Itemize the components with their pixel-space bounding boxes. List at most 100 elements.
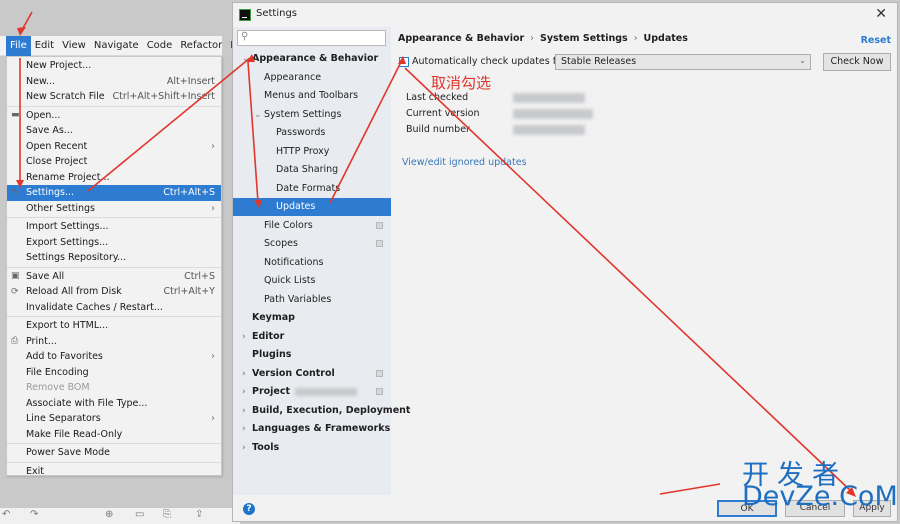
menu-item-label: Settings... [26,187,75,199]
chevron-right-icon: › [211,413,215,425]
menu-item-label: Open Recent [26,140,88,152]
chevron-right-icon[interactable]: › [242,328,246,346]
reset-link[interactable]: Reset [861,35,891,46]
watermark-en: DevZe.CoM [742,481,898,512]
chevron-right-icon: › [211,351,215,363]
tree-item-project[interactable]: › Project [233,383,391,401]
file-menu-item-import-settings[interactable]: Import Settings... [7,219,221,235]
undo-icon[interactable]: ↶ [2,509,10,520]
share-icon[interactable]: ⇪ [195,509,203,520]
file-menu-item-settings-repository[interactable]: Settings Repository... [7,250,221,266]
chevron-right-icon[interactable]: › [242,439,246,457]
current-version-value-redacted [513,109,593,119]
file-menu-item-print[interactable]: ⎙ Print... [7,334,221,350]
help-button[interactable]: ? [243,503,255,515]
chevron-right-icon[interactable]: › [242,383,246,401]
menu-item-label: Make File Read-Only [26,428,123,440]
file-menu-item-exit[interactable]: Exit [7,464,221,480]
tree-item-path-variables[interactable]: Path Variables [233,291,391,309]
file-menu-item-export-to-html[interactable]: Export to HTML... [7,318,221,334]
file-menu-item-new-scratch-file[interactable]: New Scratch File Ctrl+Alt+Shift+Insert [7,89,221,105]
redo-icon[interactable]: ↷ [30,509,38,520]
tree-item-file-colors[interactable]: File Colors [233,217,391,235]
tree-item-build-execution-deployment[interactable]: › Build, Execution, Deployment [233,402,410,420]
file-menu-item-new-project[interactable]: New Project... [7,58,221,74]
tree-item-tools[interactable]: › Tools [233,439,391,457]
settings-search[interactable]: ⚲ [237,30,386,46]
chevron-right-icon[interactable]: › [242,420,246,438]
tree-item-menus-and-toolbars[interactable]: Menus and Toolbars [233,87,391,105]
file-menu-item-settings[interactable]: ✎ Settings... Ctrl+Alt+S [7,185,221,201]
file-menu-item-make-file-read-only[interactable]: Make File Read-Only [7,427,221,443]
dialog-title-bar: Settings ✕ [233,3,897,27]
menu-code[interactable]: Code [143,36,177,56]
chevron-right-icon[interactable]: › [242,365,246,383]
tree-item-scopes[interactable]: Scopes [233,235,391,253]
tree-item-data-sharing[interactable]: Data Sharing [233,161,391,179]
auto-check-updates-checkbox[interactable] [399,57,409,67]
view-ignored-updates-link[interactable]: View/edit ignored updates [402,157,527,168]
menu-item-label: Associate with File Type... [26,397,148,409]
file-menu-item-add-to-favorites[interactable]: Add to Favorites › [7,349,221,365]
menu-refactor[interactable]: Refactor [176,36,226,56]
annotation-uncheck: 取消勾选 [431,74,492,92]
menu-item-label: Power Save Mode [26,447,110,459]
update-channel-select[interactable]: Stable Releases ⌄ [555,54,811,70]
chevron-down-icon[interactable]: ⌄ [254,106,262,124]
tree-item-label: Version Control [252,367,335,379]
tree-item-languages-frameworks[interactable]: › Languages & Frameworks [233,420,391,438]
file-menu-item-associate-with-file-type[interactable]: Associate with File Type... [7,396,221,412]
build-number-label: Build number [406,124,470,135]
chevron-down-icon[interactable]: ⌄ [242,50,250,68]
tree-item-date-formats[interactable]: Date Formats [233,180,391,198]
file-menu-item-file-encoding[interactable]: File Encoding [7,365,221,381]
file-menu-item-invalidate-caches-restart[interactable]: Invalidate Caches / Restart... [7,300,221,316]
tree-item-label: Path Variables [264,293,332,305]
menu-separator [7,443,221,444]
project-level-icon [376,369,383,377]
menu-navigate[interactable]: Navigate [90,36,143,56]
file-menu-item-line-separators[interactable]: Line Separators › [7,411,221,427]
tree-item-appearance-behavior[interactable]: ⌄ Appearance & Behavior [233,50,391,68]
file-menu-item-rename-project[interactable]: Rename Project... [7,170,221,186]
settings-search-input[interactable] [254,32,382,44]
tree-item-version-control[interactable]: › Version Control [233,365,391,383]
updates-content: Appearance & Behavior › System Settings › Up… [391,27,897,495]
menu-edit[interactable]: Edit [31,36,58,56]
tree-item-http-proxy[interactable]: HTTP Proxy [233,143,391,161]
menu-item-shortcut: Ctrl+Alt+S [163,187,215,199]
window-icon[interactable]: ▭ [135,509,144,520]
chevron-right-icon[interactable]: › [242,402,246,420]
tree-item-passwords[interactable]: Passwords [233,124,391,142]
tree-item-editor[interactable]: › Editor [233,328,391,346]
file-menu-item-save-as[interactable]: Save As... [7,123,221,139]
auto-check-updates-label[interactable]: Automatically check updates for [412,56,566,67]
tree-item-quick-lists[interactable]: Quick Lists [233,272,391,290]
copy-icon[interactable]: ⎘ [163,509,171,520]
close-button[interactable]: ✕ [875,6,887,22]
file-menu-item-new[interactable]: New... Alt+Insert [7,74,221,90]
tree-item-appearance[interactable]: Appearance [233,69,391,87]
file-menu-item-export-settings[interactable]: Export Settings... [7,235,221,251]
tree-item-keymap[interactable]: Keymap [233,309,391,327]
file-menu-item-other-settings[interactable]: Other Settings › [7,201,221,217]
tree-item-plugins[interactable]: Plugins [233,346,391,364]
file-menu-item-open[interactable]: ▬ Open... [7,108,221,124]
check-now-button[interactable]: Check Now [823,53,891,71]
menu-view[interactable]: View [58,36,90,56]
file-menu-item-close-project[interactable]: Close Project [7,154,221,170]
tree-item-notifications[interactable]: Notifications [233,254,391,272]
menu-item-label: Line Separators [26,413,101,425]
file-menu-item-open-recent[interactable]: Open Recent › [7,139,221,155]
tree-item-label: Appearance [264,71,322,83]
tree-item-label: Project [252,386,291,397]
file-menu-item-reload-all-from-disk[interactable]: ⟳ Reload All from Disk Ctrl+Alt+Y [7,284,221,300]
zoom-in-icon[interactable]: ⊕ [105,509,113,520]
file-menu-item-save-all[interactable]: ▣ Save All Ctrl+S [7,269,221,285]
file-menu-item-power-save-mode[interactable]: Power Save Mode [7,445,221,461]
project-level-icon [376,221,383,229]
tree-item-system-settings[interactable]: ⌄ System Settings [233,106,391,124]
print-icon: ⎙ [11,336,19,347]
menu-file[interactable]: File [6,35,31,56]
tree-item-updates[interactable]: Updates [233,198,391,216]
